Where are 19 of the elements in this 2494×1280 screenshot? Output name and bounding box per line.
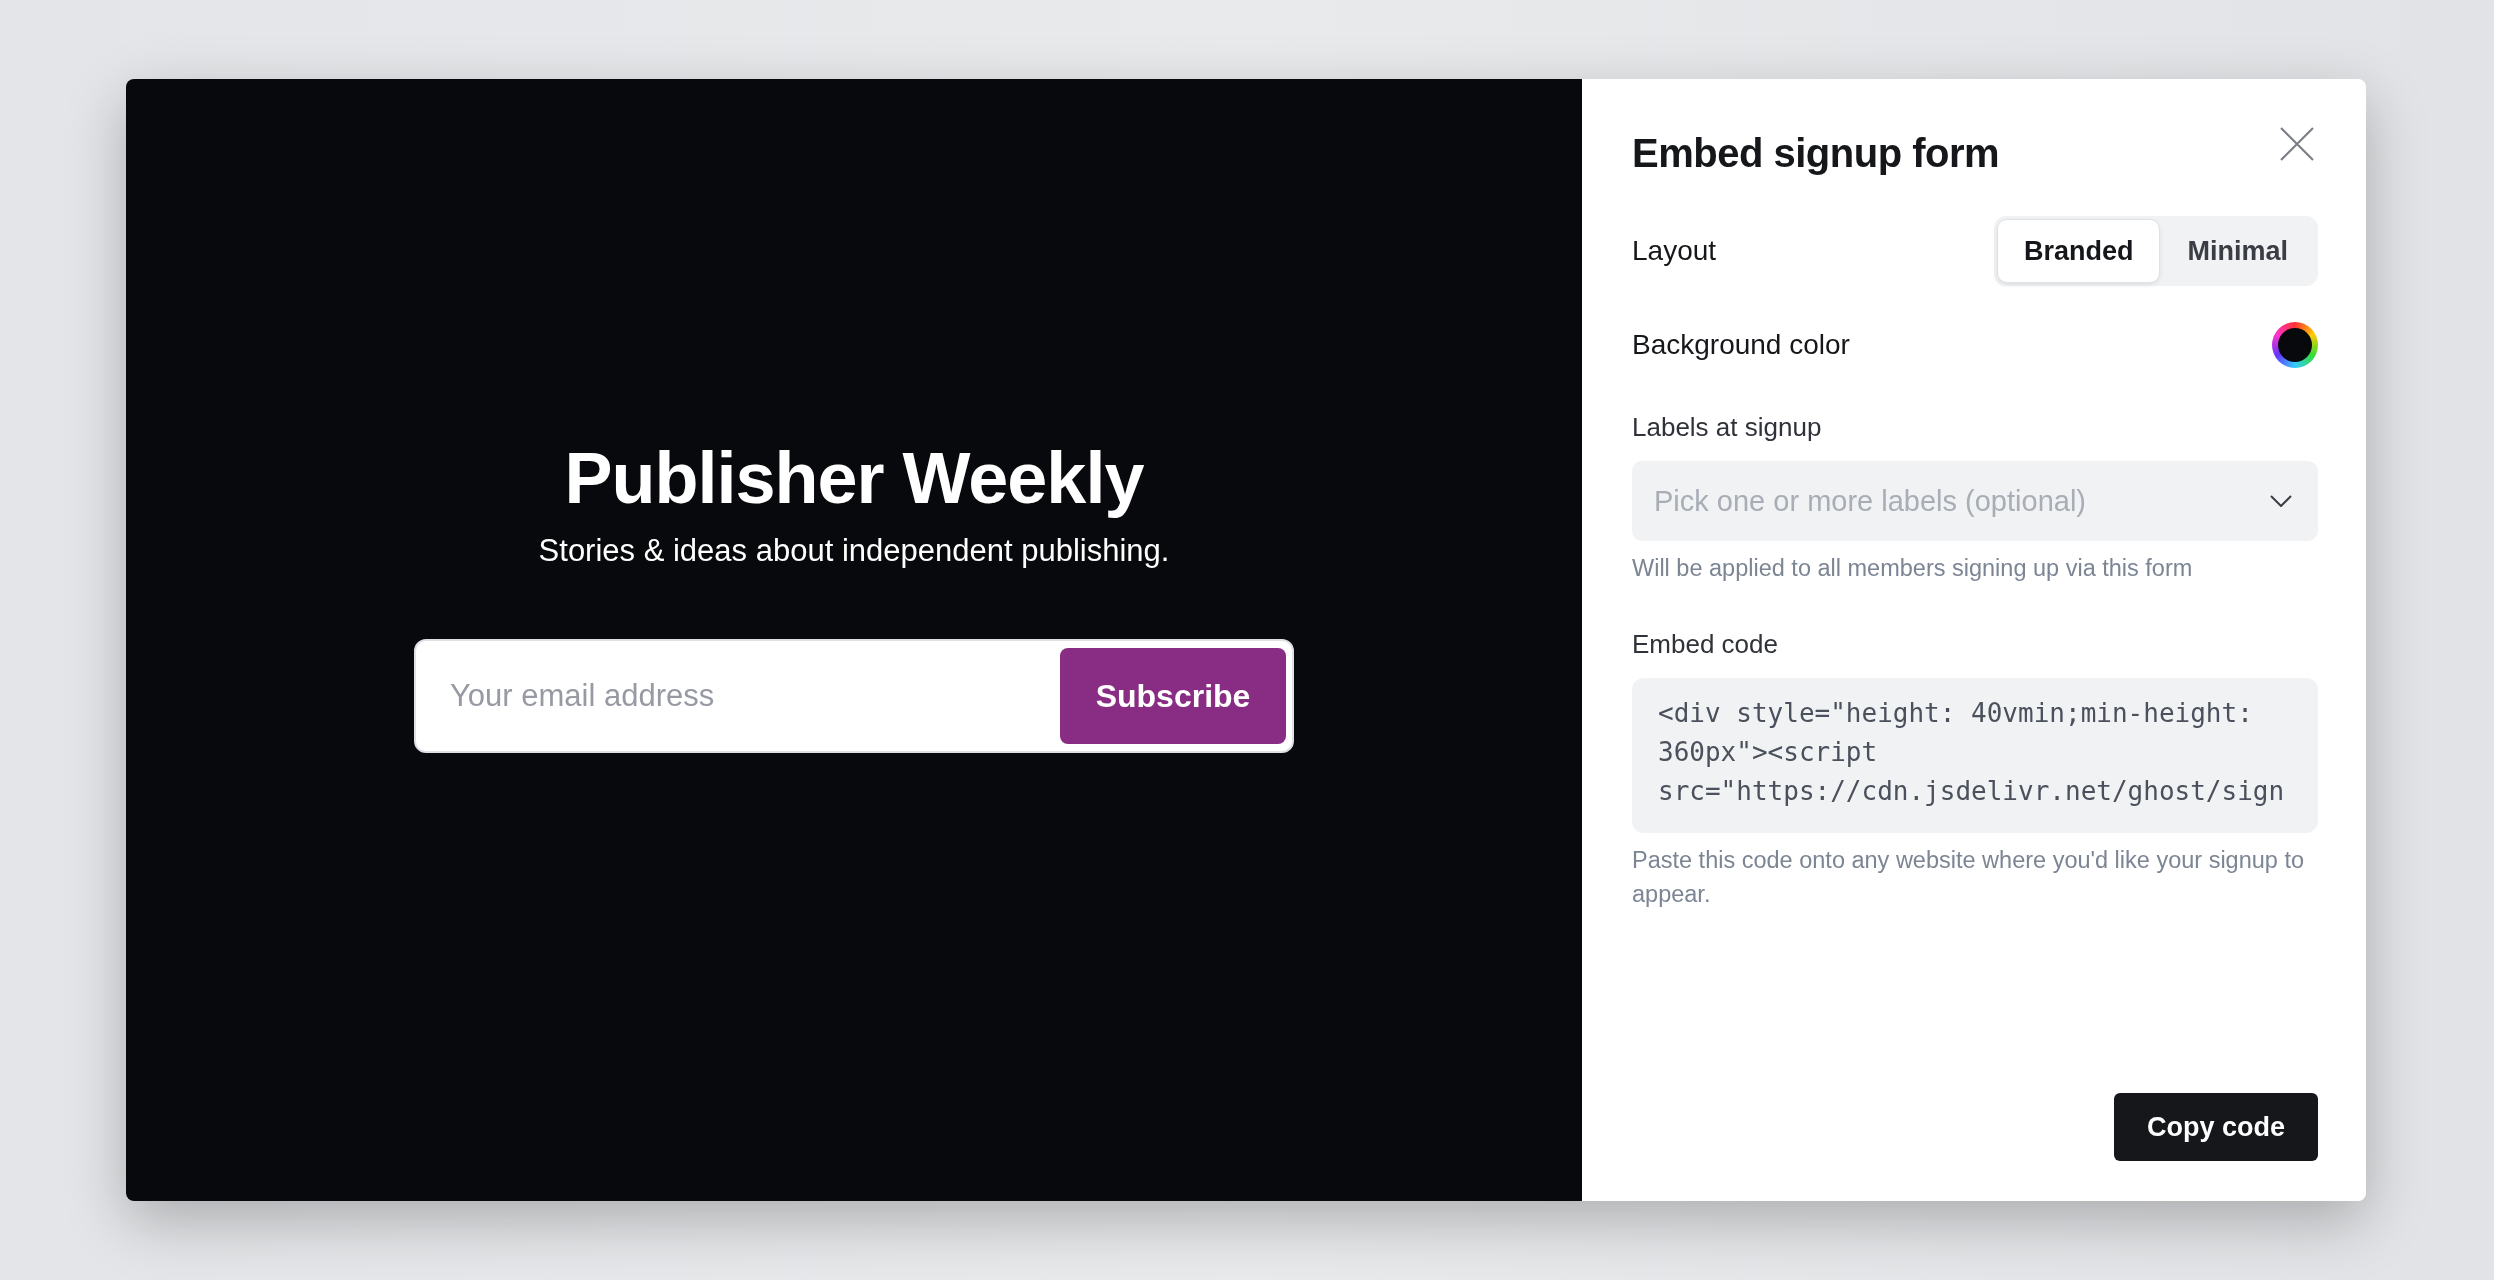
embed-code-hint: Paste this code onto any website where you'd like your signup to appear. [1632,846,2306,909]
embed-code-label: Embed code [1632,629,1779,660]
dropdown-placeholder: Pick one or more labels (optional) [1654,484,2086,518]
layout-option[interactable]: Branded [1996,219,2161,283]
email-field[interactable]: Your email address [448,677,1060,715]
chevron-down-icon [2270,495,2292,507]
preview-description: Stories & ideas about independent publishing. [538,533,1170,569]
labels-label: Labels at signup [1632,412,1823,443]
panel-title: Embed signup form [1632,131,2000,176]
layout-option[interactable]: Minimal [2160,219,2315,283]
close-icon[interactable] [2280,127,2314,161]
background-color-label: Background color [1632,329,1850,361]
labels-hint: Will be applied to all members signing up via this form [1632,554,2194,583]
subscribe-button[interactable]: Subscribe [1060,648,1286,744]
layout-label: Layout [1632,235,1717,267]
copy-code-button[interactable]: Copy code [2114,1093,2318,1161]
embed-code-field[interactable]: <div style="height: 40vmin;min-height: 360px"><script src="https://cdn.jsdelivr.net/ghost/sign [1632,678,2318,833]
color-picker[interactable] [2272,322,2318,368]
preview-title: Publisher Weekly [564,437,1144,519]
